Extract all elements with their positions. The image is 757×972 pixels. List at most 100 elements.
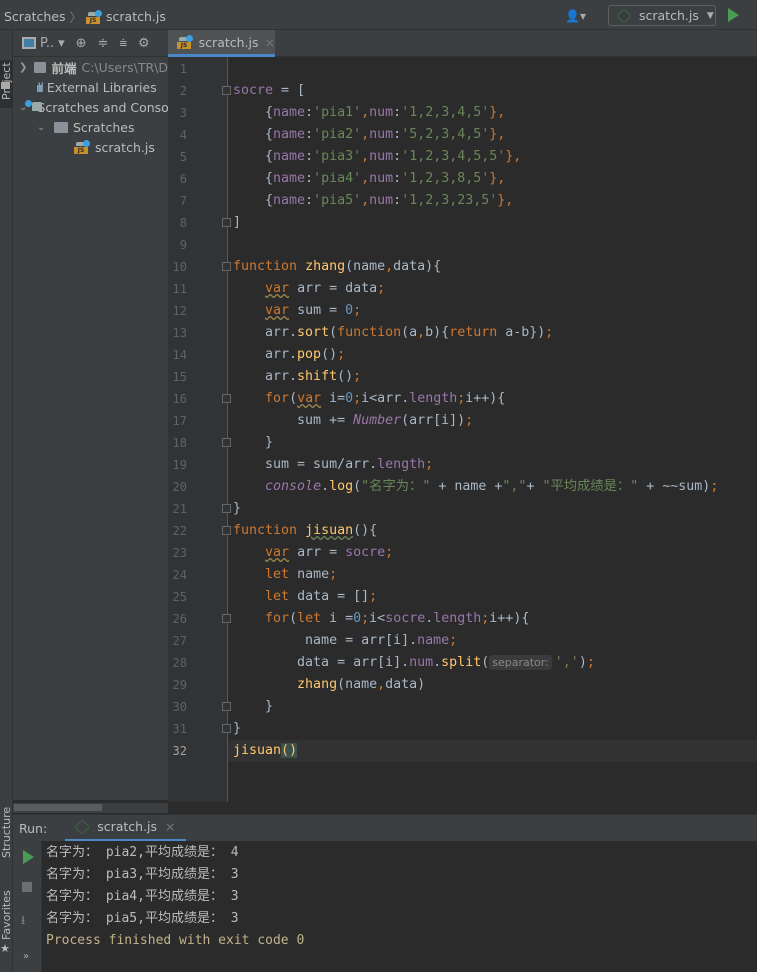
chevron-right-icon: ❯ bbox=[19, 61, 28, 73]
horizontal-scrollbar[interactable] bbox=[13, 803, 168, 813]
tree-item-scratch-js[interactable]: JS scratch.js bbox=[13, 137, 168, 157]
run-tab-scratch-js[interactable]: scratch.js × bbox=[65, 815, 186, 842]
breadcrumb-file[interactable]: scratch.js bbox=[106, 9, 166, 24]
stop-icon[interactable] bbox=[22, 882, 32, 892]
code-token: 'pia1' bbox=[313, 105, 362, 120]
line-number: 8 bbox=[179, 216, 187, 230]
tree-item-external-libraries[interactable]: ılıl External Libraries bbox=[13, 77, 168, 97]
code-token: ( bbox=[289, 611, 298, 626]
run-toolbar: ⭳ » bbox=[13, 841, 42, 972]
fold-marker-icon[interactable] bbox=[222, 724, 231, 733]
code-token: : bbox=[305, 171, 314, 186]
breadcrumb-scratches[interactable]: Scratches bbox=[4, 9, 66, 24]
code-token: num bbox=[409, 655, 434, 670]
code-token: = [ bbox=[273, 83, 306, 98]
code-token: ; bbox=[545, 325, 554, 340]
code-token: , bbox=[377, 677, 386, 692]
scrollbar-thumb[interactable] bbox=[14, 804, 102, 811]
code-token: num bbox=[369, 193, 394, 208]
tree-label: scratch.js bbox=[95, 139, 155, 155]
code-line: {name:'pia4',num:'1,2,3,8,5'}, bbox=[233, 168, 505, 190]
code-token: pop bbox=[297, 347, 322, 362]
code-token: name bbox=[273, 149, 306, 164]
code-token: }, bbox=[505, 149, 522, 164]
code-token: num bbox=[369, 171, 394, 186]
rerun-icon[interactable] bbox=[23, 850, 34, 864]
fold-marker-icon[interactable] bbox=[222, 262, 231, 271]
fold-marker-icon[interactable] bbox=[222, 702, 231, 711]
library-icon: ılıl bbox=[36, 79, 44, 95]
line-number: 10 bbox=[172, 260, 187, 274]
code-token: name bbox=[273, 105, 306, 120]
code-line: } bbox=[233, 498, 241, 520]
code-token: } bbox=[233, 699, 274, 714]
current-line-highlight bbox=[228, 740, 757, 762]
code-token: ; bbox=[329, 567, 338, 582]
line-number: 19 bbox=[172, 458, 187, 472]
code-token: (name bbox=[345, 259, 386, 274]
tree-label: 前端 bbox=[51, 60, 77, 76]
close-icon[interactable]: × bbox=[165, 819, 175, 834]
tree-item-scratches-consoles[interactable]: ⌄ Scratches and Consoles bbox=[13, 97, 168, 117]
code-line: } bbox=[233, 718, 241, 740]
tree-item-scratches[interactable]: ⌄ Scratches bbox=[13, 117, 168, 137]
fold-marker-icon[interactable] bbox=[222, 526, 231, 535]
close-icon[interactable]: × bbox=[265, 35, 275, 50]
code-token: (){ bbox=[353, 523, 378, 538]
code-line: let name; bbox=[233, 564, 337, 586]
code-token: name bbox=[289, 567, 330, 582]
fold-marker-icon[interactable] bbox=[222, 438, 231, 447]
code-token: ; bbox=[425, 457, 434, 472]
structure-tab[interactable]: Structure bbox=[0, 807, 13, 858]
fold-marker-icon[interactable] bbox=[222, 394, 231, 403]
code-token: (arr[i]) bbox=[401, 413, 466, 428]
code-token: ( bbox=[289, 391, 298, 406]
code-token: name bbox=[273, 171, 306, 186]
collapse-all-icon[interactable]: ⩧ bbox=[119, 36, 127, 51]
line-number: 4 bbox=[179, 128, 187, 142]
favorites-tab[interactable]: Favorites bbox=[0, 890, 13, 940]
code-token: ; bbox=[586, 655, 595, 670]
code-token: data){ bbox=[393, 259, 442, 274]
code-token: } bbox=[233, 501, 242, 516]
gear-icon[interactable]: ⚙ bbox=[138, 36, 150, 51]
run-configuration-select[interactable]: scratch.js ▼ bbox=[608, 5, 716, 26]
fold-marker-icon[interactable] bbox=[222, 614, 231, 623]
code-token: console bbox=[265, 479, 322, 494]
tree-path: C:\Users\TR\D bbox=[81, 59, 168, 75]
line-number: 28 bbox=[172, 656, 187, 670]
locate-icon[interactable]: ⊕ bbox=[76, 36, 87, 51]
code-token: name bbox=[417, 633, 450, 648]
code-token: sum += bbox=[233, 413, 354, 428]
project-view-select[interactable]: P.. ▾ bbox=[22, 36, 65, 51]
expand-all-icon[interactable]: ≑ bbox=[98, 36, 109, 51]
fold-marker-icon[interactable] bbox=[222, 218, 231, 227]
code-token: + ~~sum) bbox=[638, 479, 711, 494]
code-token: 0 bbox=[345, 303, 354, 318]
code-token: separator: bbox=[489, 655, 552, 670]
tab-scratch-js[interactable]: JS scratch.js × bbox=[168, 30, 275, 57]
code-token: { bbox=[233, 171, 274, 186]
code-token: 'pia3' bbox=[313, 149, 362, 164]
console-line: 名字为： pia2,平均成绩是： 4 bbox=[46, 845, 239, 860]
code-token: () bbox=[337, 369, 354, 384]
user-icon[interactable]: 👤▾ bbox=[565, 9, 586, 23]
tree-item-project-root[interactable]: ❯ 前端 C:\Users\TR\D bbox=[13, 57, 168, 77]
line-number: 22 bbox=[172, 524, 187, 538]
code-token: var bbox=[297, 391, 322, 406]
fold-marker-icon[interactable] bbox=[222, 86, 231, 95]
run-icon[interactable] bbox=[728, 8, 739, 22]
line-number: 18 bbox=[172, 436, 187, 450]
fold-marker-icon[interactable] bbox=[222, 504, 231, 513]
code-token: var bbox=[265, 545, 290, 560]
run-panel-header: Run: scratch.js × bbox=[13, 814, 757, 842]
console-output[interactable]: 名字为： pia2,平均成绩是： 4 名字为： pia3,平均成绩是： 3 名字为：… bbox=[42, 841, 757, 972]
line-number: 26 bbox=[172, 612, 187, 626]
more-icon[interactable]: » bbox=[23, 951, 29, 962]
scroll-to-end-icon[interactable]: ⭳ bbox=[21, 911, 25, 932]
code-token: (a bbox=[401, 325, 418, 340]
